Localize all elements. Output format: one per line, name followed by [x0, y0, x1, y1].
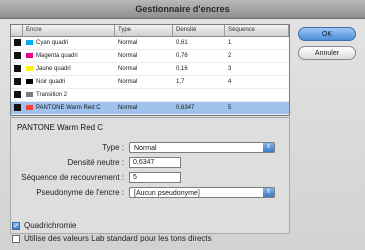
table-row[interactable]: Transition 2	[11, 89, 289, 102]
ink-sequence-cell: 2	[228, 53, 232, 59]
col-header-sequence[interactable]: Séquence	[225, 25, 289, 36]
ink-type-cell	[115, 89, 173, 101]
ink-swatch-icon	[26, 65, 33, 71]
ink-sequence-cell: 4	[228, 79, 232, 85]
ink-detail-panel: PANTONE Warm Red C Type : Normal ⇕ Densi…	[10, 117, 290, 234]
ink-sequence-cell	[225, 89, 289, 101]
ink-sequence-cell: 3	[228, 66, 232, 72]
ink-density-cell: 1,7	[176, 79, 185, 85]
cancel-button[interactable]: Annuler	[298, 46, 356, 60]
window-title: Gestionnaire d'encres	[0, 0, 365, 19]
lab-checkbox[interactable]	[12, 235, 20, 243]
type-label: Type :	[102, 143, 124, 152]
type-select[interactable]: Normal ⇕	[129, 142, 275, 153]
ok-button[interactable]: OK	[298, 27, 356, 41]
alias-select[interactable]: [Aucun pseudonyme] ⇕	[129, 187, 275, 198]
type-select-value: Normal	[134, 145, 157, 152]
ink-swatch-icon	[26, 39, 33, 45]
sequence-field[interactable]: 5	[129, 172, 181, 183]
ink-visibility-icon-mark	[14, 65, 21, 72]
ink-density-cell: 0,76	[176, 53, 188, 59]
ink-visibility-icon[interactable]	[11, 50, 23, 62]
col-header-icon	[11, 25, 23, 36]
ink-name-cell: Noir quadri	[23, 76, 115, 88]
sequence-label: Séquence de recouvrement :	[21, 173, 124, 182]
table-row[interactable]: Noir quadri Normal 1,7 4	[11, 76, 289, 89]
select-arrows-icon: ⇕	[263, 143, 274, 152]
ink-type-cell: Normal	[118, 40, 138, 46]
ink-name: Magenta quadri	[36, 53, 78, 59]
ink-visibility-icon-mark	[14, 39, 21, 46]
ink-name-cell: PANTONE Warm Red C	[23, 102, 115, 114]
ink-type-cell: Normal	[118, 66, 138, 72]
ink-name-cell: Magenta quadri	[23, 50, 115, 62]
ink-density-cell	[173, 89, 225, 101]
table-row[interactable]: PANTONE Warm Red C Normal 0,6347 5	[11, 102, 289, 115]
density-field[interactable]: 0,6347	[129, 157, 181, 168]
lab-label: Utilise des valeurs Lab standard pour le…	[24, 234, 212, 243]
table-body: Cyan quadri Normal 0,61 1 Magenta quadri Norm…	[11, 37, 289, 115]
ink-name: PANTONE Warm Red C	[36, 105, 101, 111]
ink-manager-dialog: Gestionnaire d'encres Encre Type Densité…	[0, 0, 365, 250]
alias-select-value: [Aucun pseudonyme]	[134, 190, 200, 197]
col-header-ink[interactable]: Encre	[23, 25, 115, 36]
select-arrows-icon: ⇕	[263, 188, 274, 197]
ink-visibility-icon[interactable]	[11, 37, 23, 49]
ink-visibility-icon-mark	[14, 52, 21, 59]
ink-sequence-cell: 1	[228, 40, 232, 46]
ink-name: Transition 2	[36, 92, 68, 98]
density-label: Densité neutre :	[67, 158, 124, 167]
ink-type-cell: Normal	[118, 105, 138, 111]
ink-swatch-icon	[26, 91, 33, 97]
table-row[interactable]: Cyan quadri Normal 0,61 1	[11, 37, 289, 50]
col-header-type[interactable]: Type	[115, 25, 173, 36]
ink-name-cell: Cyan quadri	[23, 37, 115, 49]
ink-visibility-icon[interactable]	[11, 63, 23, 75]
col-header-density[interactable]: Densité	[173, 25, 225, 36]
ink-name-cell: Transition 2	[23, 89, 115, 101]
table-header: Encre Type Densité Séquence	[11, 25, 289, 37]
ink-visibility-icon[interactable]	[11, 102, 23, 114]
alias-label: Pseudonyme de l'encre :	[36, 188, 124, 197]
ink-type-cell: Normal	[118, 53, 138, 59]
ink-visibility-icon-mark	[14, 78, 21, 85]
ink-density-cell: 0,6347	[176, 105, 195, 111]
ink-visibility-icon[interactable]	[11, 89, 23, 101]
ink-visibility-icon-mark	[14, 91, 21, 98]
ink-visibility-icon-mark	[14, 104, 21, 111]
table-row[interactable]: Magenta quadri Normal 0,76 2	[11, 50, 289, 63]
ink-name-cell: Jaune quadri	[23, 63, 115, 75]
ink-swatch-icon	[26, 104, 33, 110]
ink-density-cell: 0,16	[176, 66, 188, 72]
ink-name: Noir quadri	[36, 79, 66, 85]
ink-sequence-cell: 5	[228, 105, 232, 111]
quadri-checkbox[interactable]: ✓	[12, 222, 20, 230]
selected-ink-name: PANTONE Warm Red C	[17, 123, 104, 132]
ink-name: Jaune quadri	[36, 66, 71, 72]
quadri-label: Quadrichromie	[24, 221, 77, 230]
ink-type-cell: Normal	[118, 79, 138, 85]
ink-swatch-icon	[26, 78, 33, 84]
ink-density-cell: 0,61	[176, 40, 188, 46]
ink-table: Encre Type Densité Séquence Cyan quadri N…	[10, 24, 290, 116]
table-row[interactable]: Jaune quadri Normal 0,16 3	[11, 63, 289, 76]
ink-name: Cyan quadri	[36, 40, 69, 46]
ink-swatch-icon	[26, 52, 33, 58]
ink-visibility-icon[interactable]	[11, 76, 23, 88]
